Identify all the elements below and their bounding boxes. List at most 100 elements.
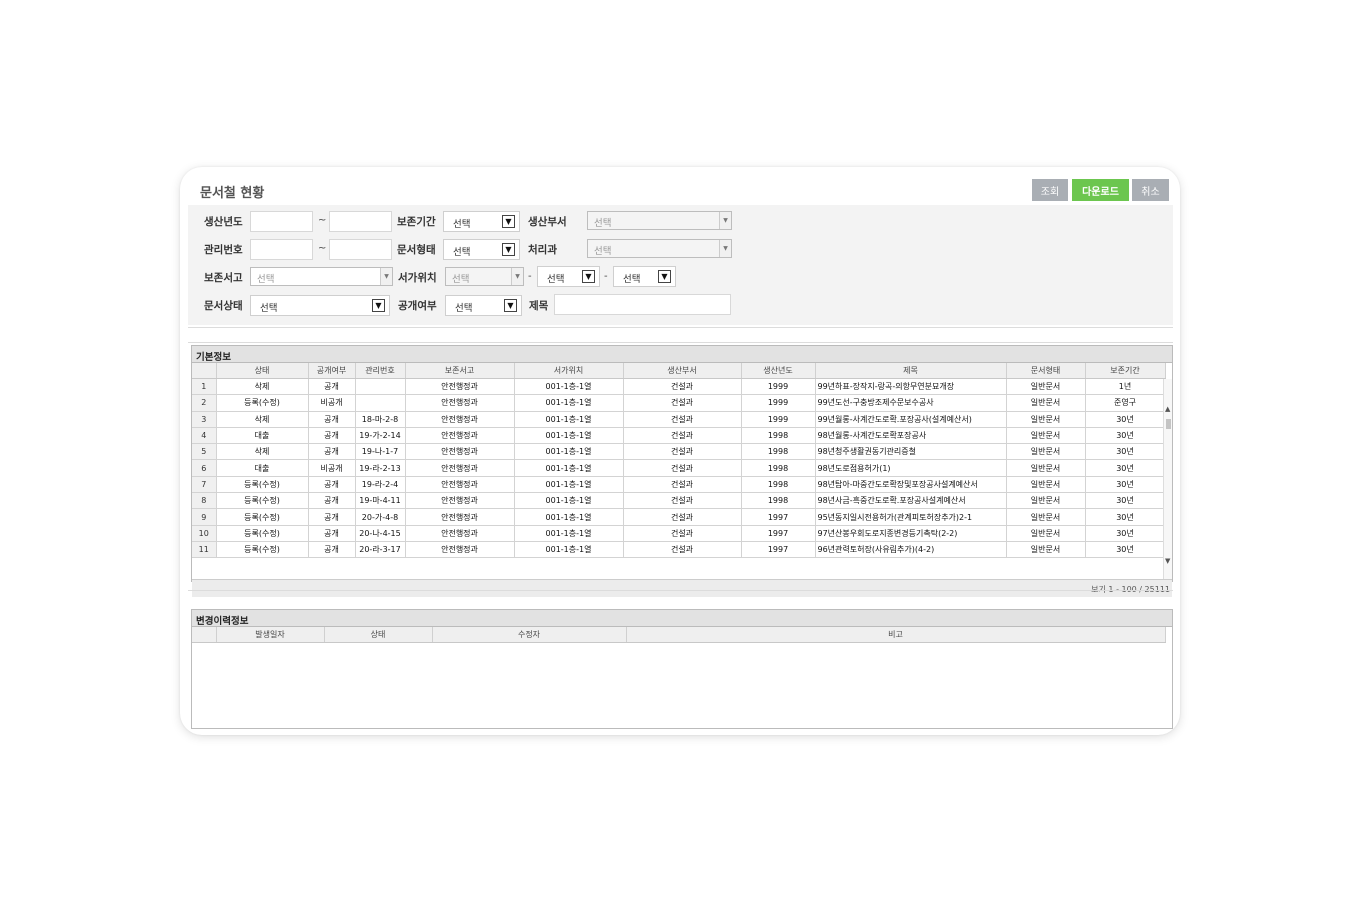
column-header[interactable]: 발생일자 — [216, 627, 325, 643]
table-cell[interactable]: 30년 — [1085, 427, 1166, 445]
table-cell[interactable]: 공개 — [308, 476, 356, 494]
column-header[interactable]: 문서형태 — [1006, 363, 1086, 379]
table-cell[interactable]: 97년산봉우회도로지종변경등기촉탁(2-2) — [815, 525, 1007, 542]
table-cell[interactable]: 안전행정과 — [405, 508, 515, 526]
table-cell[interactable]: 비공개 — [308, 394, 356, 412]
table-cell[interactable]: 등록(수정) — [216, 394, 309, 412]
row-number-cell[interactable]: 4 — [192, 427, 217, 445]
table-cell[interactable]: 98년청주생활권동기관리증철 — [815, 443, 1007, 461]
table-row[interactable]: 9 등록(수정) 공개 20-가-4-8 안전행정과 001-1층-1열 건설과 1997 95… — [192, 508, 1166, 526]
table-cell[interactable]: 안전행정과 — [405, 476, 515, 494]
table-cell[interactable]: 일반문서 — [1006, 378, 1086, 396]
table-cell[interactable]: 공개 — [308, 508, 356, 526]
table-cell[interactable]: 안전행정과 — [405, 394, 515, 412]
table-cell[interactable]: 대출 — [216, 459, 309, 477]
table-cell[interactable]: 20-나-4-15 — [355, 525, 406, 542]
table-row[interactable]: 11 등록(수정) 공개 20-라-3-17 안전행정과 001-1층-1열 건설과 1997… — [192, 541, 1166, 559]
table-cell[interactable] — [355, 394, 406, 412]
table-cell[interactable]: 안전행정과 — [405, 443, 515, 461]
table-cell[interactable]: 001-1층-1열 — [514, 459, 624, 477]
table-cell[interactable]: 1999 — [741, 378, 816, 396]
table-cell[interactable]: 공개 — [308, 492, 356, 510]
table-cell[interactable]: 대출 — [216, 427, 309, 445]
table-cell[interactable]: 일반문서 — [1006, 476, 1086, 494]
row-number-cell[interactable]: 5 — [192, 443, 217, 461]
table-cell[interactable]: 등록(수정) — [216, 541, 309, 559]
table-cell[interactable]: 삭제 — [216, 378, 309, 396]
table-cell[interactable]: 20-가-4-8 — [355, 508, 406, 526]
table-cell[interactable]: 19-라-2-4 — [355, 476, 406, 494]
table-cell[interactable] — [355, 378, 406, 396]
table-cell[interactable]: 안전행정과 — [405, 427, 515, 445]
table-row[interactable]: 8 등록(수정) 공개 19-마-4-11 안전행정과 001-1층-1열 건설과 1998 9… — [192, 492, 1166, 510]
management-no-to-input[interactable] — [329, 239, 392, 260]
production-year-to-input[interactable] — [329, 211, 392, 232]
archive-combo[interactable]: 선택 ▼ — [250, 267, 393, 286]
table-cell[interactable]: 공개 — [308, 443, 356, 461]
table-cell[interactable]: 안전행정과 — [405, 525, 515, 542]
column-header[interactable]: 생산부서 — [623, 363, 742, 379]
table-cell[interactable]: 001-1층-1열 — [514, 394, 624, 412]
table-cell[interactable]: 건설과 — [623, 541, 742, 559]
table-cell[interactable]: 일반문서 — [1006, 411, 1086, 428]
retention-period-select[interactable]: 선택 ▼ — [443, 211, 520, 232]
table-cell[interactable]: 건설과 — [623, 476, 742, 494]
table-cell[interactable]: 등록(수정) — [216, 492, 309, 510]
table-cell[interactable]: 96년관력토허장(사유림추가)(4-2) — [815, 541, 1007, 559]
shelf-column-select[interactable]: 선택 ▼ — [613, 266, 676, 287]
table-cell[interactable]: 일반문서 — [1006, 492, 1086, 510]
table-cell[interactable]: 18-마-2-8 — [355, 411, 406, 428]
download-button[interactable]: 다운로드 — [1072, 179, 1129, 201]
table-cell[interactable]: 99년도선-구충방조제수문보수공사 — [815, 394, 1007, 412]
table-cell[interactable]: 일반문서 — [1006, 394, 1086, 412]
table-cell[interactable]: 건설과 — [623, 378, 742, 396]
row-number-cell[interactable]: 6 — [192, 459, 217, 477]
column-header[interactable]: 상태 — [324, 627, 433, 643]
table-cell[interactable]: 1998 — [741, 443, 816, 461]
production-dept-combo[interactable]: 선택 ▼ — [587, 211, 732, 230]
table-row[interactable]: 3 삭제 공개 18-마-2-8 안전행정과 001-1층-1열 건설과 1999 99년월롱-… — [192, 411, 1166, 428]
table-cell[interactable]: 건설과 — [623, 492, 742, 510]
table-cell[interactable]: 1998 — [741, 476, 816, 494]
row-number-cell[interactable]: 2 — [192, 394, 217, 412]
table-cell[interactable]: 99년월롱-사계간도로확.포장공사(설계예산서) — [815, 411, 1007, 428]
column-header[interactable]: 상태 — [216, 363, 309, 379]
table-row[interactable]: 5 삭제 공개 19-나-1-7 안전행정과 001-1층-1열 건설과 1998 98년청주생… — [192, 443, 1166, 461]
table-cell[interactable]: 건설과 — [623, 508, 742, 526]
table-cell[interactable]: 1997 — [741, 525, 816, 542]
scroll-down-icon[interactable]: ▼ — [1165, 557, 1170, 565]
table-cell[interactable]: 30년 — [1085, 508, 1166, 526]
table-cell[interactable]: 일반문서 — [1006, 525, 1086, 542]
row-number-cell[interactable]: 8 — [192, 492, 217, 510]
table-cell[interactable]: 001-1층-1열 — [514, 492, 624, 510]
management-no-from-input[interactable] — [250, 239, 313, 260]
table-cell[interactable]: 98년월롱-사계간도로확포장공사 — [815, 427, 1007, 445]
column-header[interactable]: 관리번호 — [355, 363, 406, 379]
table-cell[interactable]: 19-나-1-7 — [355, 443, 406, 461]
table-cell[interactable]: 등록(수정) — [216, 508, 309, 526]
search-button[interactable]: 조회 — [1032, 179, 1068, 201]
row-number-cell[interactable]: 9 — [192, 508, 217, 526]
production-year-from-input[interactable] — [250, 211, 313, 232]
table-cell[interactable]: 001-1층-1열 — [514, 508, 624, 526]
table-cell[interactable]: 19-마-4-11 — [355, 492, 406, 510]
column-header[interactable]: 수정자 — [432, 627, 627, 643]
table-cell[interactable]: 삭제 — [216, 443, 309, 461]
table-cell[interactable]: 001-1층-1열 — [514, 476, 624, 494]
processing-dept-combo[interactable]: 선택 ▼ — [587, 239, 732, 258]
table-cell[interactable]: 19-가-2-14 — [355, 427, 406, 445]
table-cell[interactable]: 안전행정과 — [405, 492, 515, 510]
table-cell[interactable]: 건설과 — [623, 427, 742, 445]
table-cell[interactable]: 30년 — [1085, 476, 1166, 494]
table-cell[interactable]: 일반문서 — [1006, 427, 1086, 445]
table-cell[interactable]: 1999 — [741, 394, 816, 412]
table-cell[interactable]: 30년 — [1085, 541, 1166, 559]
table-cell[interactable]: 건설과 — [623, 443, 742, 461]
table-cell[interactable]: 안전행정과 — [405, 541, 515, 559]
row-number-cell[interactable]: 10 — [192, 525, 217, 542]
table-cell[interactable]: 1년 — [1085, 378, 1166, 396]
table-cell[interactable]: 등록(수정) — [216, 476, 309, 494]
table-cell[interactable]: 건설과 — [623, 394, 742, 412]
scrollbar-thumb[interactable] — [1166, 418, 1171, 429]
table-cell[interactable]: 30년 — [1085, 525, 1166, 542]
